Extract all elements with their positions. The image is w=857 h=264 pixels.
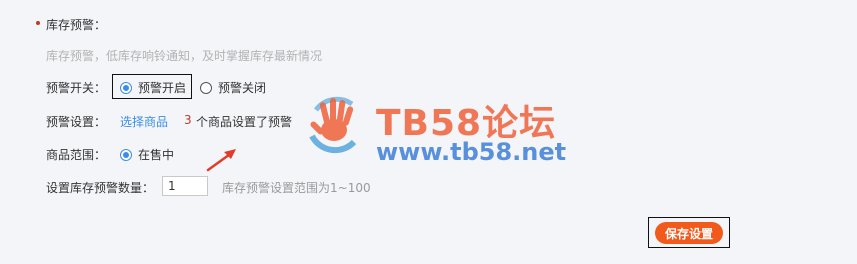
scope-onsale-label: 在售中 bbox=[138, 148, 175, 162]
red-arrow-icon bbox=[206, 149, 236, 172]
scope-onsale-radio[interactable]: 在售中 bbox=[120, 146, 174, 163]
switch-off-radio[interactable]: 预警关闭 bbox=[200, 79, 266, 96]
radio-checked-icon[interactable] bbox=[120, 149, 132, 161]
watermark-hand-logo-icon bbox=[309, 96, 357, 154]
save-settings-button[interactable]: 保存设置 bbox=[655, 222, 723, 244]
switch-label: 预警开关： bbox=[46, 81, 107, 95]
quantity-input[interactable] bbox=[162, 176, 208, 196]
section-title: 库存预警： bbox=[46, 18, 107, 32]
product-count-suffix: 个商品设置了预警 bbox=[196, 115, 293, 129]
radio-unchecked-icon[interactable] bbox=[200, 82, 212, 94]
select-products-link[interactable]: 选择商品 bbox=[120, 113, 168, 130]
radio-checked-icon[interactable] bbox=[120, 82, 132, 94]
watermark-url: www.tb58.net bbox=[376, 138, 567, 166]
setting-label: 预警设置： bbox=[46, 115, 107, 129]
quantity-label: 设置库存预警数量： bbox=[46, 181, 155, 195]
product-count: 3 bbox=[184, 113, 192, 127]
section-bullet bbox=[36, 21, 40, 25]
scope-label: 商品范围： bbox=[46, 148, 107, 162]
switch-on-label: 预警开启 bbox=[138, 81, 187, 95]
section-description: 库存预警，低库存响铃通知，及时掌握库存最新情况 bbox=[46, 49, 323, 63]
switch-on-radio[interactable]: 预警开启 bbox=[120, 79, 186, 96]
switch-off-label: 预警关闭 bbox=[218, 81, 267, 95]
quantity-hint: 库存预警设置范围为1~100 bbox=[222, 181, 371, 195]
